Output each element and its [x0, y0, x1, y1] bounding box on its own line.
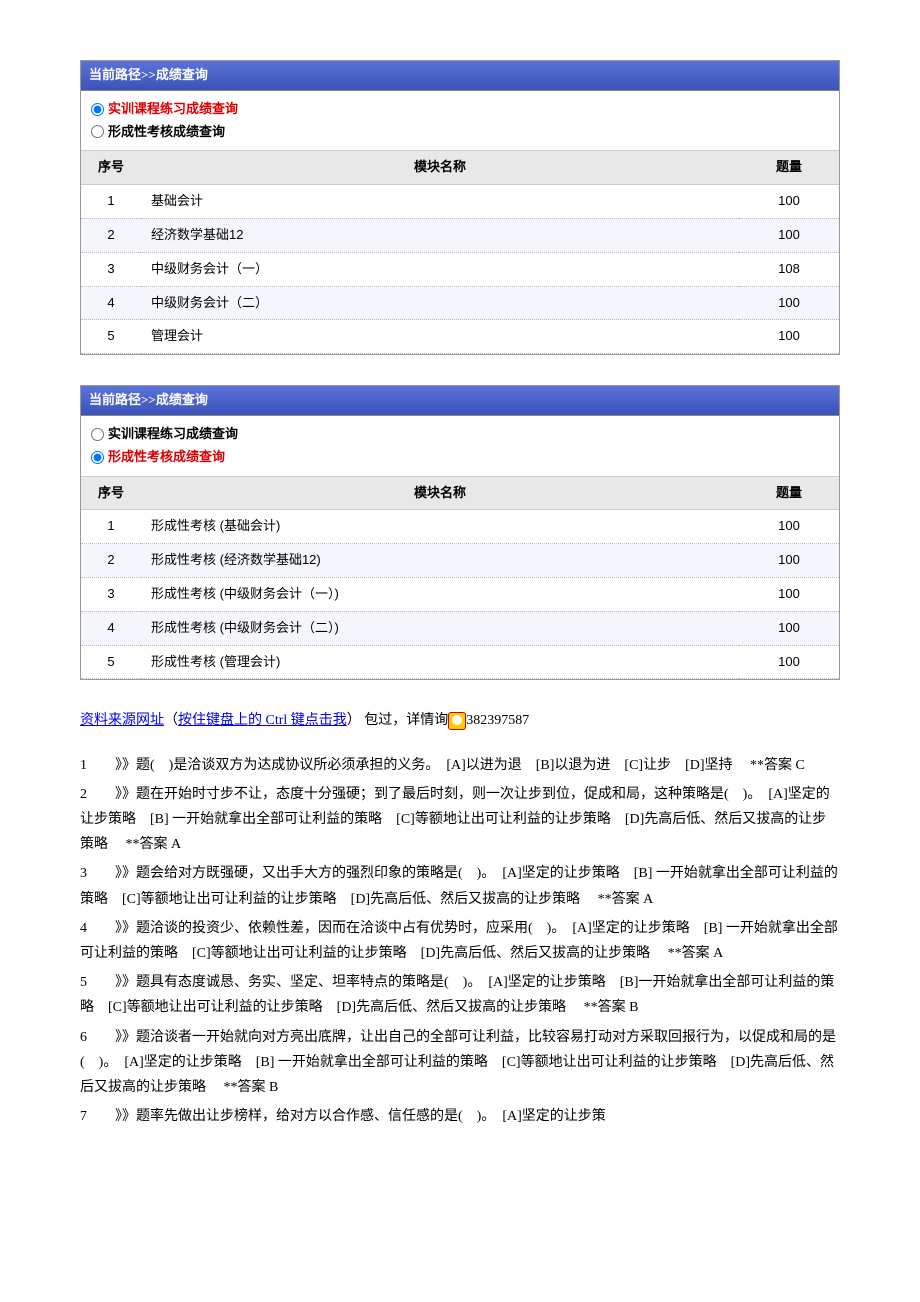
radio-input-formative[interactable] — [91, 451, 104, 464]
question-item: 5 》》题具有态度诚恳、务实、坚定、坦率特点的策略是( )。 [A]坚定的让步策… — [80, 970, 840, 1020]
cell-seq: 1 — [81, 185, 141, 219]
table-header-row: 序号 模块名称 题量 — [81, 151, 839, 184]
question-item: 4 》》题洽谈的投资少、依赖性差，因而在洽谈中占有优势时，应采用( )。 [A]… — [80, 916, 840, 966]
cell-name: 中级财务会计（二） — [141, 286, 739, 320]
qq-number: 382397587 — [466, 713, 529, 728]
cell-qty: 108 — [739, 252, 839, 286]
cell-name: 形成性考核 (中级财务会计（二）) — [141, 611, 739, 645]
radio-label-practice: 实训课程练习成绩查询 — [108, 424, 238, 445]
cell-name: 中级财务会计（一） — [141, 252, 739, 286]
cell-seq: 3 — [81, 577, 141, 611]
cell-qty: 100 — [739, 544, 839, 578]
cell-name: 基础会计 — [141, 185, 739, 219]
cell-qty: 100 — [739, 218, 839, 252]
score-query-panel-2: 当前路径>>成绩查询 实训课程练习成绩查询 形成性考核成绩查询 序号 模块名称 … — [80, 385, 840, 680]
radio-formative-score[interactable]: 形成性考核成绩查询 — [91, 122, 829, 143]
module-table: 序号 模块名称 题量 1基础会计1002经济数学基础121003中级财务会计（一… — [81, 151, 839, 354]
source-link[interactable]: 资料来源网址 — [80, 713, 164, 728]
question-item: 1 》》题( )是洽谈双方为达成协议所必须承担的义务。 [A]以进为退 [B]以… — [80, 753, 840, 778]
cell-seq: 4 — [81, 611, 141, 645]
radio-practice-score[interactable]: 实训课程练习成绩查询 — [91, 99, 829, 120]
cell-qty: 100 — [739, 320, 839, 354]
query-type-radio-group: 实训课程练习成绩查询 形成性考核成绩查询 — [81, 416, 839, 477]
radio-input-practice[interactable] — [91, 428, 104, 441]
query-type-radio-group: 实训课程练习成绩查询 形成性考核成绩查询 — [81, 91, 839, 152]
cell-seq: 5 — [81, 320, 141, 354]
question-list: 1 》》题( )是洽谈双方为达成协议所必须承担的义务。 [A]以进为退 [B]以… — [80, 753, 840, 1130]
radio-input-formative[interactable] — [91, 125, 104, 138]
reference-line: 资料来源网址（按住键盘上的 Ctrl 键点击我） 包过，详情询 382397587 — [80, 710, 840, 732]
score-query-panel-1: 当前路径>>成绩查询 实训课程练习成绩查询 形成性考核成绩查询 序号 模块名称 … — [80, 60, 840, 355]
breadcrumb: 当前路径>>成绩查询 — [81, 61, 839, 91]
cell-name: 形成性考核 (基础会计) — [141, 510, 739, 544]
cell-seq: 2 — [81, 544, 141, 578]
col-name: 模块名称 — [141, 477, 739, 510]
cell-seq: 5 — [81, 645, 141, 679]
col-qty: 题量 — [739, 477, 839, 510]
module-table: 序号 模块名称 题量 1形成性考核 (基础会计)1002形成性考核 (经济数学基… — [81, 477, 839, 680]
cell-qty: 100 — [739, 286, 839, 320]
table-row[interactable]: 5管理会计100 — [81, 320, 839, 354]
question-item: 7 》》题率先做出让步榜样，给对方以合作感、信任感的是( )。 [A]坚定的让步… — [80, 1104, 840, 1129]
cell-name: 形成性考核 (经济数学基础12) — [141, 544, 739, 578]
col-seq: 序号 — [81, 477, 141, 510]
radio-label-formative: 形成性考核成绩查询 — [108, 122, 225, 143]
breadcrumb-text: 当前路径>>成绩查询 — [89, 67, 208, 82]
cell-qty: 100 — [739, 185, 839, 219]
breadcrumb-text: 当前路径>>成绩查询 — [89, 392, 208, 407]
table-row[interactable]: 3中级财务会计（一）108 — [81, 252, 839, 286]
table-row[interactable]: 5形成性考核 (管理会计)100 — [81, 645, 839, 679]
radio-label-formative: 形成性考核成绩查询 — [108, 447, 225, 468]
cell-qty: 100 — [739, 611, 839, 645]
cell-name: 管理会计 — [141, 320, 739, 354]
table-row[interactable]: 2经济数学基础12100 — [81, 218, 839, 252]
radio-practice-score[interactable]: 实训课程练习成绩查询 — [91, 424, 829, 445]
table-row[interactable]: 4形成性考核 (中级财务会计（二）)100 — [81, 611, 839, 645]
col-qty: 题量 — [739, 151, 839, 184]
cell-name: 形成性考核 (管理会计) — [141, 645, 739, 679]
table-row[interactable]: 1形成性考核 (基础会计)100 — [81, 510, 839, 544]
pass-text: 包过，详情询 — [361, 713, 449, 728]
cell-seq: 2 — [81, 218, 141, 252]
cell-seq: 4 — [81, 286, 141, 320]
radio-formative-score[interactable]: 形成性考核成绩查询 — [91, 447, 829, 468]
table-row[interactable]: 1基础会计100 — [81, 185, 839, 219]
paren-open: （ — [164, 713, 178, 728]
cell-qty: 100 — [739, 645, 839, 679]
col-seq: 序号 — [81, 151, 141, 184]
col-name: 模块名称 — [141, 151, 739, 184]
question-item: 3 》》题会给对方既强硬，又出手大方的强烈印象的策略是( )。 [A]坚定的让步… — [80, 861, 840, 911]
table-header-row: 序号 模块名称 题量 — [81, 477, 839, 510]
qq-icon[interactable] — [448, 712, 466, 730]
cell-seq: 3 — [81, 252, 141, 286]
question-item: 6 》》题洽谈者一开始就向对方亮出底牌，让出自己的全部可让利益，比较容易打动对方… — [80, 1025, 840, 1101]
breadcrumb: 当前路径>>成绩查询 — [81, 386, 839, 416]
cell-seq: 1 — [81, 510, 141, 544]
cell-qty: 100 — [739, 577, 839, 611]
paren-close: ） — [347, 713, 361, 728]
ctrl-click-link[interactable]: 按住键盘上的 Ctrl 键点击我 — [178, 713, 347, 728]
radio-label-practice: 实训课程练习成绩查询 — [108, 99, 238, 120]
cell-qty: 100 — [739, 510, 839, 544]
cell-name: 经济数学基础12 — [141, 218, 739, 252]
table-row[interactable]: 2形成性考核 (经济数学基础12)100 — [81, 544, 839, 578]
table-row[interactable]: 3形成性考核 (中级财务会计（一）)100 — [81, 577, 839, 611]
question-item: 2 》》题在开始时寸步不让，态度十分强硬；到了最后时刻，则一次让步到位，促成和局… — [80, 782, 840, 858]
cell-name: 形成性考核 (中级财务会计（一）) — [141, 577, 739, 611]
table-row[interactable]: 4中级财务会计（二）100 — [81, 286, 839, 320]
radio-input-practice[interactable] — [91, 103, 104, 116]
